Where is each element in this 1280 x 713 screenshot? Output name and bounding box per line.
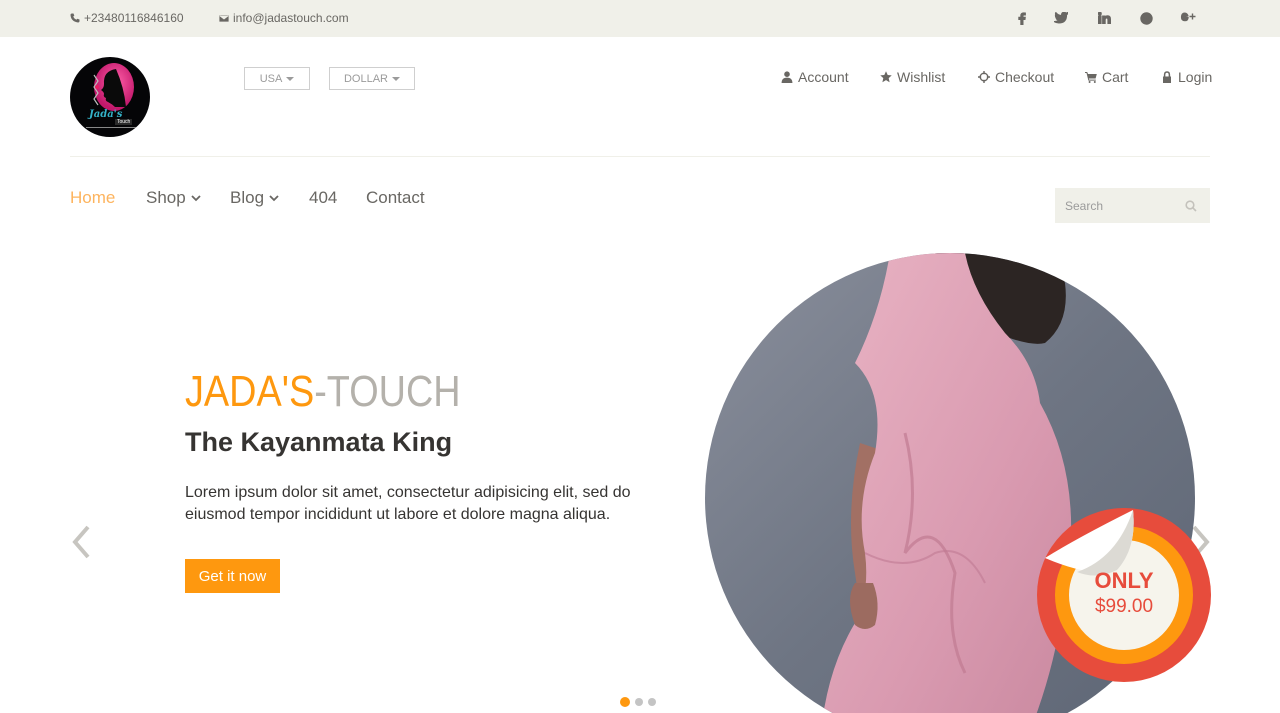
- nav-home-label: Home: [70, 188, 116, 207]
- brand-part-1: JADA'S: [185, 367, 315, 416]
- search-icon[interactable]: [1185, 199, 1197, 212]
- slide-indicator-2[interactable]: [635, 698, 643, 706]
- chevron-down-icon: [191, 195, 201, 202]
- checkout-label: Checkout: [995, 69, 1055, 85]
- login-label: Login: [1178, 69, 1213, 85]
- phone-icon: [70, 13, 80, 23]
- nav-404[interactable]: 404: [309, 188, 337, 208]
- price-badge: ONLY $99.00: [1037, 508, 1211, 682]
- logo-subtext: Touch: [115, 119, 133, 125]
- linkedin-icon: [1097, 12, 1111, 24]
- envelope-icon: [219, 14, 229, 23]
- currency-value: DOLLAR: [343, 72, 389, 85]
- slide-indicator-3[interactable]: [648, 698, 656, 706]
- price-label: ONLY: [1094, 568, 1154, 593]
- account-label: Account: [798, 69, 849, 85]
- dribbble-icon: [1139, 11, 1153, 25]
- search-input[interactable]: [1055, 188, 1175, 223]
- facebook-icon: [1018, 11, 1026, 25]
- checkout-link[interactable]: Checkout: [978, 69, 1054, 85]
- get-it-now-button[interactable]: Get it now: [185, 559, 280, 593]
- phone-number: +23480116846160: [84, 11, 184, 25]
- caret-down-icon: [286, 76, 295, 81]
- slider-description: Lorem ipsum dolor sit amet, consectetur …: [185, 484, 631, 523]
- phone-contact[interactable]: +23480116846160: [70, 11, 184, 25]
- country-dropdown[interactable]: USA: [244, 67, 310, 90]
- brand-part-2: -TOUCH: [314, 367, 461, 416]
- user-icon: [781, 71, 793, 83]
- logo-mark: [93, 63, 134, 111]
- price-value: $99.00: [1094, 596, 1154, 617]
- dribbble-link[interactable]: [1138, 10, 1154, 26]
- currency-dropdown[interactable]: DOLLAR: [329, 67, 415, 90]
- contact-bar: +23480116846160 info@jadastouch.com: [0, 0, 1280, 37]
- account-link[interactable]: Account: [781, 69, 849, 85]
- twitter-icon: [1054, 12, 1068, 24]
- login-link[interactable]: Login: [1161, 69, 1212, 85]
- cart-link[interactable]: Cart: [1085, 69, 1128, 85]
- nav-contact[interactable]: Contact: [366, 188, 425, 208]
- slider-brand-title: JADA'S-TOUCH: [185, 366, 461, 418]
- wishlist-label: Wishlist: [897, 69, 946, 85]
- chevron-down-icon: [269, 195, 279, 202]
- nav-blog-label: Blog: [230, 188, 265, 207]
- wishlist-link[interactable]: Wishlist: [880, 69, 945, 85]
- facebook-link[interactable]: [1014, 10, 1030, 26]
- slide-indicator-1[interactable]: [620, 697, 630, 707]
- slider-headline: The Kayanmata King: [185, 427, 453, 457]
- crosshairs-icon: [978, 71, 990, 83]
- slider-prev-button[interactable]: [70, 524, 94, 560]
- google-plus-link[interactable]: [1180, 10, 1196, 26]
- cart-label: Cart: [1102, 69, 1129, 85]
- cart-icon: [1085, 72, 1097, 83]
- caret-down-icon: [392, 76, 401, 81]
- email-contact[interactable]: info@jadastouch.com: [219, 11, 349, 25]
- logo-tagline-line: [86, 127, 136, 128]
- nav-home[interactable]: Home: [70, 188, 115, 208]
- email-address: info@jadastouch.com: [233, 11, 349, 25]
- slider-indicators: [620, 697, 656, 707]
- nav-404-label: 404: [309, 188, 338, 207]
- twitter-link[interactable]: [1053, 10, 1069, 26]
- search-box: [1055, 188, 1210, 223]
- nav-shop[interactable]: Shop: [146, 188, 201, 208]
- page-curl-decoration: [1045, 510, 1134, 576]
- country-value: USA: [259, 72, 283, 85]
- lock-icon: [1163, 71, 1171, 83]
- nav-blog[interactable]: Blog: [230, 188, 279, 208]
- nav-shop-label: Shop: [146, 188, 186, 207]
- site-logo[interactable]: Jada's Touch: [70, 57, 150, 137]
- chevron-left-icon: [72, 525, 90, 559]
- header-divider: [70, 156, 1210, 157]
- nav-contact-label: Contact: [366, 188, 425, 207]
- star-icon: [880, 71, 892, 83]
- google-plus-icon: [1180, 12, 1196, 22]
- linkedin-link[interactable]: [1096, 10, 1112, 26]
